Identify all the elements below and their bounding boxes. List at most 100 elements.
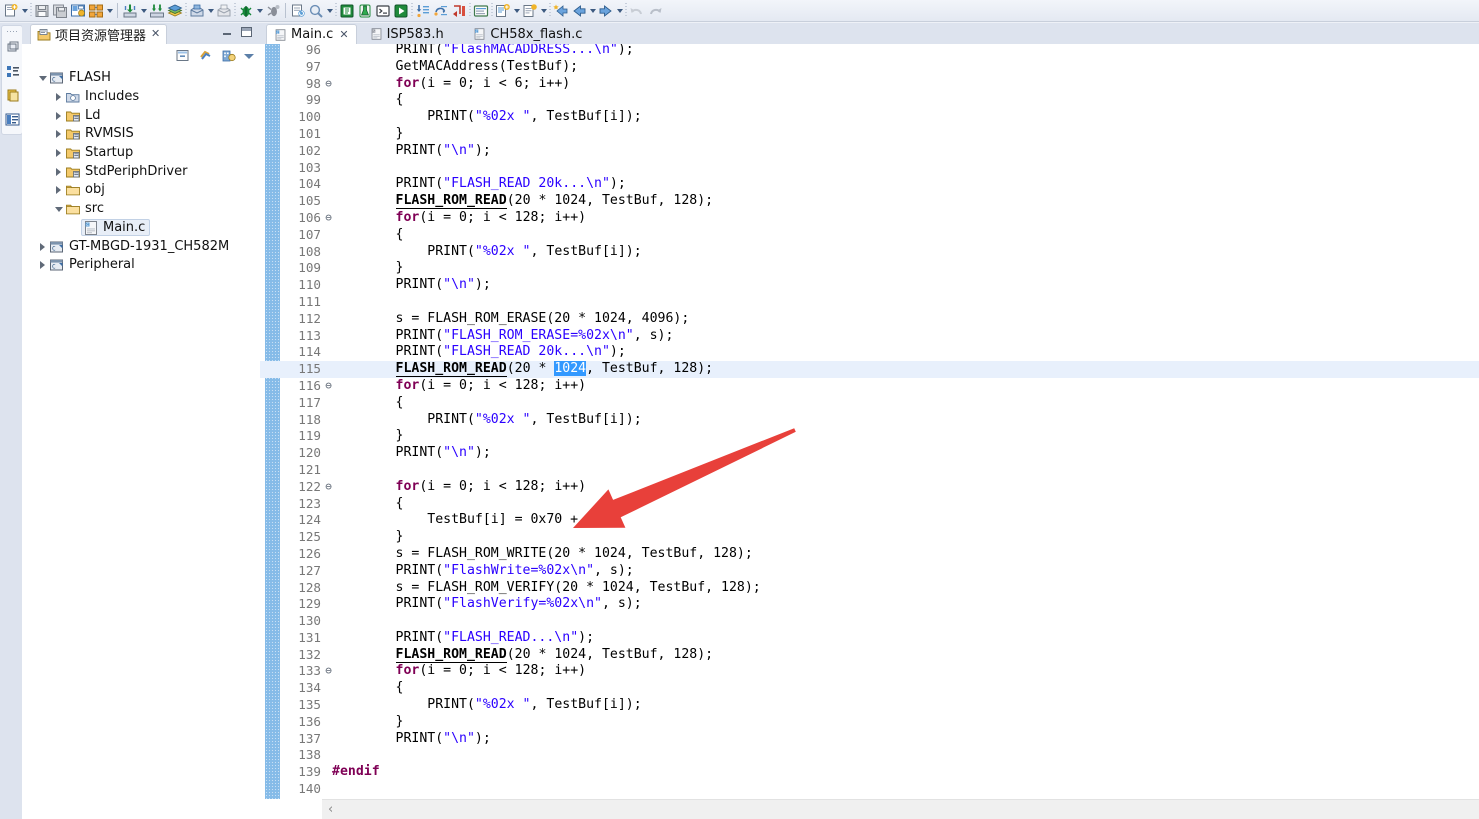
run-external-icon[interactable] bbox=[264, 2, 282, 20]
outline-view-icon[interactable] bbox=[5, 64, 20, 79]
horizontal-scrollbar[interactable]: ‹ bbox=[322, 799, 1479, 819]
project-tree[interactable]: C FLASH Includes Ld RVMSIS Startup StdPer… bbox=[22, 69, 260, 819]
tree-node[interactable]: Ld bbox=[65, 108, 101, 124]
editor-tab-isp583-h[interactable]: h ISP583.h bbox=[363, 24, 451, 44]
dropdown-arrow-icon[interactable] bbox=[206, 2, 215, 20]
code-line[interactable]: 125 } bbox=[260, 529, 1479, 546]
editor-tab-ch58x-flash-c[interactable]: c CH58x_flash.c bbox=[466, 24, 589, 44]
code-line[interactable]: 135 PRINT("%02x ", TestBuf[i]); bbox=[260, 697, 1479, 714]
redo-icon[interactable] bbox=[646, 2, 664, 20]
download-icon[interactable] bbox=[121, 2, 139, 20]
back-arrow-icon[interactable] bbox=[570, 2, 588, 20]
chevron-left-icon[interactable]: ‹ bbox=[328, 802, 333, 817]
code-line[interactable]: 106 ⊖ for(i = 0; i < 128; i++) bbox=[260, 210, 1479, 227]
code-lines[interactable]: 96 PRINT("FlashMACADDRESS...\n"); 97 GetM… bbox=[260, 44, 1479, 798]
new-cpp-class-icon[interactable] bbox=[494, 2, 512, 20]
tree-node[interactable]: obj bbox=[65, 182, 105, 198]
dropdown-arrow-icon[interactable] bbox=[325, 2, 334, 20]
dropdown-arrow-icon[interactable] bbox=[539, 2, 548, 20]
chevron-right-icon[interactable] bbox=[52, 165, 65, 178]
tree-node[interactable]: StdPeriphDriver bbox=[65, 164, 187, 180]
code-editor[interactable]: 96 PRINT("FlashMACADDRESS...\n"); 97 GetM… bbox=[260, 44, 1479, 799]
print-icon[interactable] bbox=[69, 2, 87, 20]
back-star-icon[interactable] bbox=[552, 2, 570, 20]
tree-item-startup[interactable]: Startup bbox=[22, 144, 260, 163]
collapse-all-icon[interactable] bbox=[175, 48, 190, 63]
tree-item-src[interactable]: src bbox=[22, 200, 260, 219]
tree-item-main-c[interactable]: c Main.c bbox=[22, 219, 260, 238]
build-all-icon[interactable] bbox=[87, 2, 105, 20]
code-line[interactable]: 122 ⊖ for(i = 0; i < 128; i++) bbox=[260, 479, 1479, 496]
code-line[interactable]: 104 PRINT("FLASH_READ 20k...\n"); bbox=[260, 176, 1479, 193]
open-box-icon[interactable] bbox=[188, 2, 206, 20]
tree-item-stdperiphdriver[interactable]: StdPeriphDriver bbox=[22, 162, 260, 181]
code-line[interactable]: 121 bbox=[260, 462, 1479, 479]
step-over-icon[interactable] bbox=[432, 2, 450, 20]
chevron-down-icon[interactable] bbox=[36, 72, 49, 85]
focus-active-task-icon[interactable] bbox=[221, 48, 236, 63]
code-line[interactable]: 124 TestBuf[i] = 0x70 + i; bbox=[260, 512, 1479, 529]
view-menu-icon[interactable] bbox=[244, 51, 254, 61]
code-line[interactable]: 119 } bbox=[260, 428, 1479, 445]
dropdown-arrow-icon[interactable] bbox=[615, 2, 624, 20]
tree-item-gt-mbgd-1931-ch582m[interactable]: C GT-MBGD-1931_CH582M bbox=[22, 237, 260, 256]
code-line[interactable]: 128 s = FLASH_ROM_VERIFY(20 * 1024, Test… bbox=[260, 580, 1479, 597]
code-line[interactable]: 134 { bbox=[260, 680, 1479, 697]
open-box-gray-icon[interactable] bbox=[215, 2, 233, 20]
dropdown-arrow-icon[interactable] bbox=[105, 2, 114, 20]
chevron-right-icon[interactable] bbox=[52, 128, 65, 141]
code-line[interactable]: 102 PRINT("\n"); bbox=[260, 143, 1479, 160]
code-line[interactable]: 105 FLASH_ROM_READ(20 * 1024, TestBuf, 1… bbox=[260, 193, 1479, 210]
green-flask-icon[interactable] bbox=[356, 2, 374, 20]
tree-item-obj[interactable]: obj bbox=[22, 181, 260, 200]
code-line[interactable]: 120 PRINT("\n"); bbox=[260, 445, 1479, 462]
save-icon[interactable] bbox=[33, 2, 51, 20]
maximize-view-button[interactable] bbox=[241, 27, 252, 37]
code-line[interactable]: 100 PRINT("%02x ", TestBuf[i]); bbox=[260, 109, 1479, 126]
code-line[interactable]: 139 #endif bbox=[260, 764, 1479, 781]
tree-node[interactable]: C GT-MBGD-1931_CH582M bbox=[49, 239, 229, 255]
dropdown-arrow-icon[interactable] bbox=[20, 2, 29, 20]
new-cpp-file-icon[interactable] bbox=[521, 2, 539, 20]
code-line[interactable]: 99 { bbox=[260, 92, 1479, 109]
code-line[interactable]: 136 } bbox=[260, 714, 1479, 731]
tree-item-rvmsis[interactable]: RVMSIS bbox=[22, 125, 260, 144]
step-return-icon[interactable] bbox=[450, 2, 468, 20]
tree-node[interactable]: C FLASH bbox=[49, 70, 111, 86]
save-all-icon[interactable] bbox=[51, 2, 69, 20]
terminal-icon[interactable] bbox=[374, 2, 392, 20]
code-line[interactable]: 129 PRINT("FlashVerify=%02x\n", s); bbox=[260, 596, 1479, 613]
code-line[interactable]: 107 { bbox=[260, 227, 1479, 244]
chevron-right-icon[interactable] bbox=[52, 109, 65, 122]
tree-node[interactable]: C Peripheral bbox=[49, 257, 135, 273]
tree-node[interactable]: src bbox=[65, 201, 104, 217]
code-line[interactable]: 114 PRINT("FLASH_READ 20k...\n"); bbox=[260, 344, 1479, 361]
code-line[interactable]: 103 bbox=[260, 160, 1479, 177]
close-icon[interactable]: ✕ bbox=[151, 29, 160, 40]
code-line[interactable]: 98 ⊖ for(i = 0; i < 6; i++) bbox=[260, 76, 1479, 93]
code-line[interactable]: 137 PRINT("\n"); bbox=[260, 731, 1479, 748]
selected-tree-node[interactable]: c Main.c bbox=[81, 219, 151, 237]
tab-project-explorer[interactable]: 项目资源管理器 ✕ bbox=[30, 24, 168, 44]
code-line[interactable]: 132 FLASH_ROM_READ(20 * 1024, TestBuf, 1… bbox=[260, 646, 1479, 664]
search-icon[interactable] bbox=[307, 2, 325, 20]
books-icon[interactable] bbox=[166, 2, 184, 20]
forward-arrow-icon[interactable] bbox=[597, 2, 615, 20]
tree-item-flash[interactable]: C FLASH bbox=[22, 69, 260, 88]
chevron-down-icon[interactable] bbox=[52, 203, 65, 216]
code-line[interactable]: 101 } bbox=[260, 126, 1479, 143]
step-into-icon[interactable] bbox=[414, 2, 432, 20]
tree-item-peripheral[interactable]: C Peripheral bbox=[22, 256, 260, 275]
run-icon[interactable] bbox=[392, 2, 410, 20]
code-line[interactable]: 138 bbox=[260, 747, 1479, 764]
console-icon[interactable] bbox=[472, 2, 490, 20]
chevron-right-icon[interactable] bbox=[52, 147, 65, 160]
code-line[interactable]: 97 GetMACAddress(TestBuf); bbox=[260, 59, 1479, 76]
code-line[interactable]: 116 ⊖ for(i = 0; i < 128; i++) bbox=[260, 378, 1479, 395]
link-with-editor-icon[interactable] bbox=[198, 48, 213, 63]
editor-tab-main-c[interactable]: c Main.c ✕ bbox=[266, 24, 357, 44]
code-line[interactable]: 131 PRINT("FLASH_READ...\n"); bbox=[260, 630, 1479, 647]
code-line[interactable]: 109 } bbox=[260, 260, 1479, 277]
code-line[interactable]: 112 s = FLASH_ROM_ERASE(20 * 1024, 4096)… bbox=[260, 311, 1479, 328]
code-line[interactable]: 140 bbox=[260, 781, 1479, 798]
